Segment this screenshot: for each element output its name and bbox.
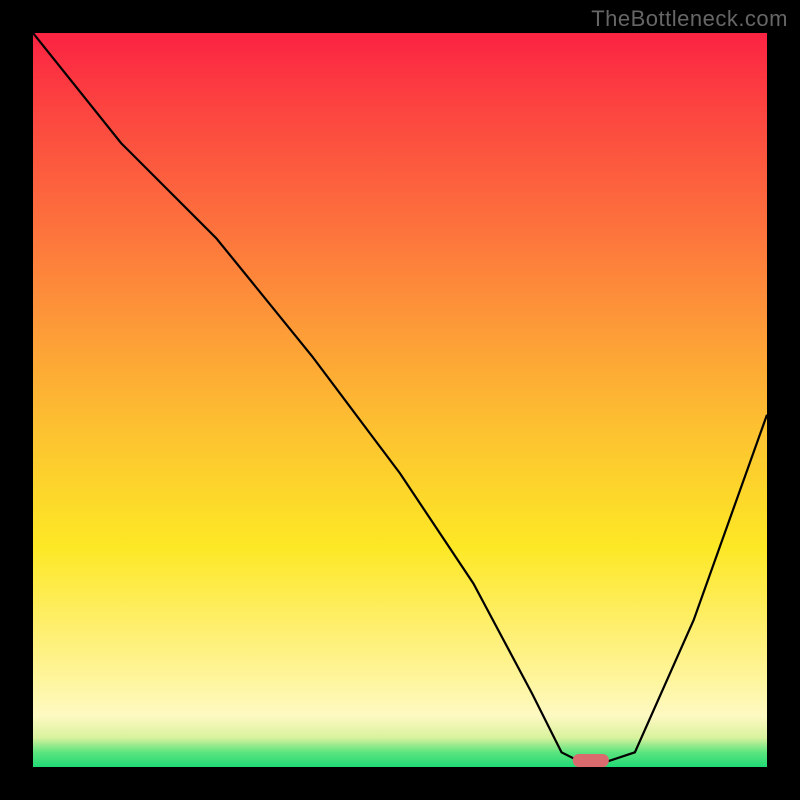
plot-area (33, 33, 767, 767)
curve-overlay (33, 33, 767, 767)
watermark-label: TheBottleneck.com (591, 6, 788, 32)
bottleneck-curve (33, 33, 767, 767)
optimum-marker (573, 754, 609, 767)
chart-frame: TheBottleneck.com (0, 0, 800, 800)
